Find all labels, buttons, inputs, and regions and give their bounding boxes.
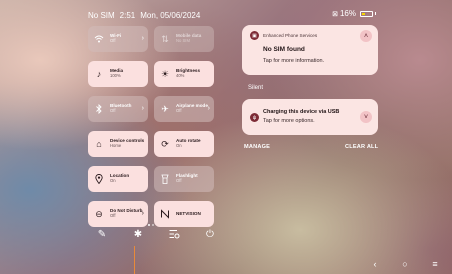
date: Mon, 05/06/2024 [140, 10, 201, 20]
battery-icon [360, 10, 373, 17]
home-icon: ⌂ [96, 139, 102, 149]
chevron-right-icon: › [141, 35, 144, 42]
chevron-down-icon[interactable]: ˅ [360, 111, 372, 123]
notification-app-name: Enhanced Phone Services [263, 33, 318, 38]
clock: 2:51 [119, 10, 136, 20]
airplane-icon: ✈ [161, 103, 169, 114]
wifi-icon [93, 33, 105, 45]
tile-flashlight[interactable]: Flashlight Off [154, 166, 214, 192]
battery-tip [375, 12, 376, 15]
status-bar: No SIM 2:51 Mon, 05/06/2024 ⊠ 16% [88, 9, 376, 21]
flashlight-icon [159, 173, 171, 185]
notification-usb-charging[interactable]: ψ Charging this device via USB Tap for m… [242, 99, 378, 135]
tile-mobile-data[interactable]: ⇅ Mobile data No SIM [154, 26, 214, 52]
brightness-icon: ☀ [160, 68, 170, 79]
list-settings-icon[interactable] [168, 228, 180, 240]
phone-services-icon: ▣ [250, 31, 259, 40]
tile-auto-rotate[interactable]: ⟳ Auto rotate On [154, 131, 214, 157]
clear-all-button[interactable]: CLEAR ALL [345, 144, 378, 150]
chevron-right-icon: › [141, 105, 144, 112]
tile-status: Off [176, 178, 182, 184]
tile-label: NETVISION [176, 210, 201, 216]
notification-title: No SIM found [263, 46, 305, 53]
recents-icon[interactable]: ≡ [430, 259, 440, 269]
tile-status: Off [110, 213, 116, 219]
music-note-icon: ♪ [96, 69, 102, 79]
carrier-label: No SIM [88, 10, 115, 20]
notification-body: Tap for more information. [263, 58, 325, 64]
tile-bluetooth[interactable]: Bluetooth Off › [88, 96, 148, 122]
do-not-disturb-icon: ⊖ [95, 208, 103, 219]
navigation-bar: ‹ ○ ≡ [370, 259, 440, 269]
location-icon [93, 173, 105, 185]
page-dot [152, 224, 154, 226]
chevron-up-icon[interactable]: ˄ [360, 30, 372, 42]
tile-status: On [176, 143, 182, 149]
chevron-right-icon: › [141, 210, 144, 217]
home-circle-icon[interactable]: ○ [400, 259, 410, 269]
tile-brightness[interactable]: ☀ Brightness 40% [154, 61, 214, 87]
no-sim-icon: ⊠ [332, 10, 338, 18]
tile-status: Home [110, 143, 122, 149]
page-indicator [148, 224, 154, 226]
tile-media[interactable]: ♪ Media 100% [88, 61, 148, 87]
tile-status: On [110, 178, 116, 184]
back-icon[interactable]: ‹ [370, 259, 380, 269]
notification-no-sim[interactable]: ▣ Enhanced Phone Services No SIM found T… [242, 25, 378, 75]
bluetooth-icon [93, 103, 105, 115]
tile-device-controls[interactable]: ⌂ Device controls Home [88, 131, 148, 157]
tile-wifi[interactable]: Wi-Fi Off › [88, 26, 148, 52]
auto-rotate-icon: ⟳ [161, 138, 169, 149]
mobile-data-icon: ⇅ [161, 33, 169, 44]
tile-status: Off [176, 108, 182, 114]
chevron-right-icon: › [207, 105, 210, 112]
gear-icon[interactable]: ✱ [132, 228, 144, 240]
manage-button[interactable]: MANAGE [244, 144, 270, 150]
scroll-indicator-line [134, 246, 135, 274]
tile-netvision[interactable]: NETVISION [154, 201, 214, 227]
tile-status: No SIM [176, 38, 190, 44]
netvision-icon [159, 208, 171, 220]
tile-airplane-mode[interactable]: ✈ Airplane mode Off › [154, 96, 214, 122]
silent-section-label: Silent [248, 85, 264, 91]
pencil-icon[interactable]: ✎ [96, 228, 108, 240]
notification-body: Tap for more options. [263, 118, 315, 124]
usb-icon: ψ [250, 113, 259, 122]
tile-location[interactable]: Location On [88, 166, 148, 192]
quick-settings-actions: ✎ ✱ ⏻ [96, 228, 216, 240]
battery-percent: 16% [339, 9, 356, 18]
page-dot-active [148, 224, 150, 226]
tile-status: 40% [176, 73, 185, 79]
quick-settings-grid: Wi-Fi Off › ⇅ Mobile data No SIM ♪ Media… [88, 26, 218, 227]
tile-do-not-disturb[interactable]: ⊖ Do Not Disturb Off › [88, 201, 148, 227]
tile-status: Off [110, 38, 116, 44]
tile-status: 100% [110, 73, 121, 79]
tile-status: Off [110, 108, 116, 114]
notification-title: Charging this device via USB [263, 109, 340, 115]
power-icon[interactable]: ⏻ [204, 228, 216, 240]
